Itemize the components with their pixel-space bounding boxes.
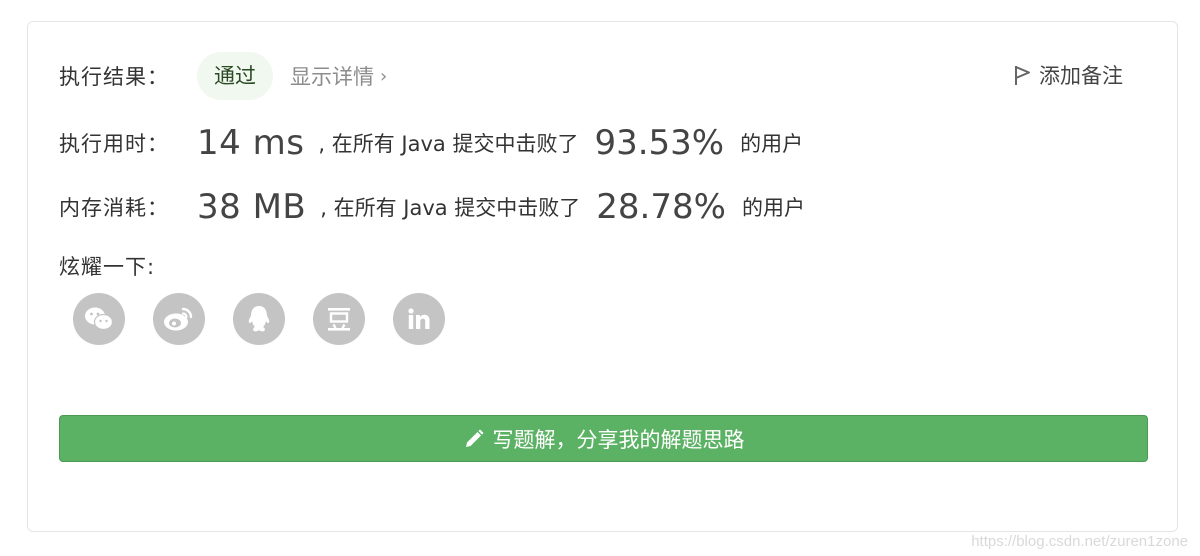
write-solution-button[interactable]: 写题解，分享我的解题思路: [59, 415, 1148, 462]
memory-row: 内存消耗： 38 MB , 在所有 Java 提交中击败了 28.78% 的用户: [59, 184, 805, 230]
share-label: 炫耀一下:: [59, 255, 156, 279]
add-note-button[interactable]: 添加备注: [1013, 60, 1123, 90]
result-row: 执行结果： 通过 显示详情 ›: [59, 52, 387, 100]
submission-result-card: 执行结果： 通过 显示详情 › 添加备注 执行用时： 14 ms , 在所有 J…: [27, 21, 1178, 532]
runtime-row: 执行用时： 14 ms , 在所有 Java 提交中击败了 93.53% 的用户: [59, 120, 803, 166]
add-note-label: 添加备注: [1039, 64, 1123, 88]
memory-tail-text: 的用户: [741, 196, 805, 220]
memory-middle-text: , 在所有 Java 提交中击败了: [320, 196, 581, 220]
pencil-icon: [465, 429, 483, 447]
douban-share-button[interactable]: [313, 293, 365, 345]
memory-label: 内存消耗：: [59, 196, 169, 220]
flag-icon: [1015, 66, 1030, 85]
douban-icon: [328, 308, 350, 331]
memory-value: 38 MB: [197, 187, 307, 227]
runtime-middle-text: , 在所有 Java 提交中击败了: [318, 132, 579, 156]
runtime-label: 执行用时：: [59, 132, 169, 156]
linkedin-share-button[interactable]: [393, 293, 445, 345]
show-details-label: 显示详情: [290, 65, 374, 89]
show-details-link[interactable]: 显示详情 ›: [290, 61, 387, 91]
runtime-value: 14 ms: [197, 123, 305, 163]
runtime-tail-text: 的用户: [740, 132, 804, 156]
watermark: https://blog.csdn.net/zuren1zone: [971, 533, 1188, 550]
qq-icon: [248, 306, 270, 332]
weibo-icon: [164, 307, 193, 331]
memory-percent: 28.78%: [596, 187, 726, 227]
runtime-percent: 93.53%: [594, 123, 725, 163]
linkedin-icon: [408, 308, 430, 329]
wechat-share-button[interactable]: [73, 293, 125, 345]
weibo-share-button[interactable]: [153, 293, 205, 345]
qq-share-button[interactable]: [233, 293, 285, 345]
write-solution-label: 写题解，分享我的解题思路: [492, 427, 745, 452]
status-badge: 通过: [197, 52, 273, 100]
chevron-right-icon: ›: [380, 65, 388, 87]
wechat-icon: [85, 307, 114, 331]
share-icons: [73, 293, 473, 345]
share-row: 炫耀一下:: [59, 250, 155, 282]
result-label: 执行结果：: [59, 65, 169, 89]
